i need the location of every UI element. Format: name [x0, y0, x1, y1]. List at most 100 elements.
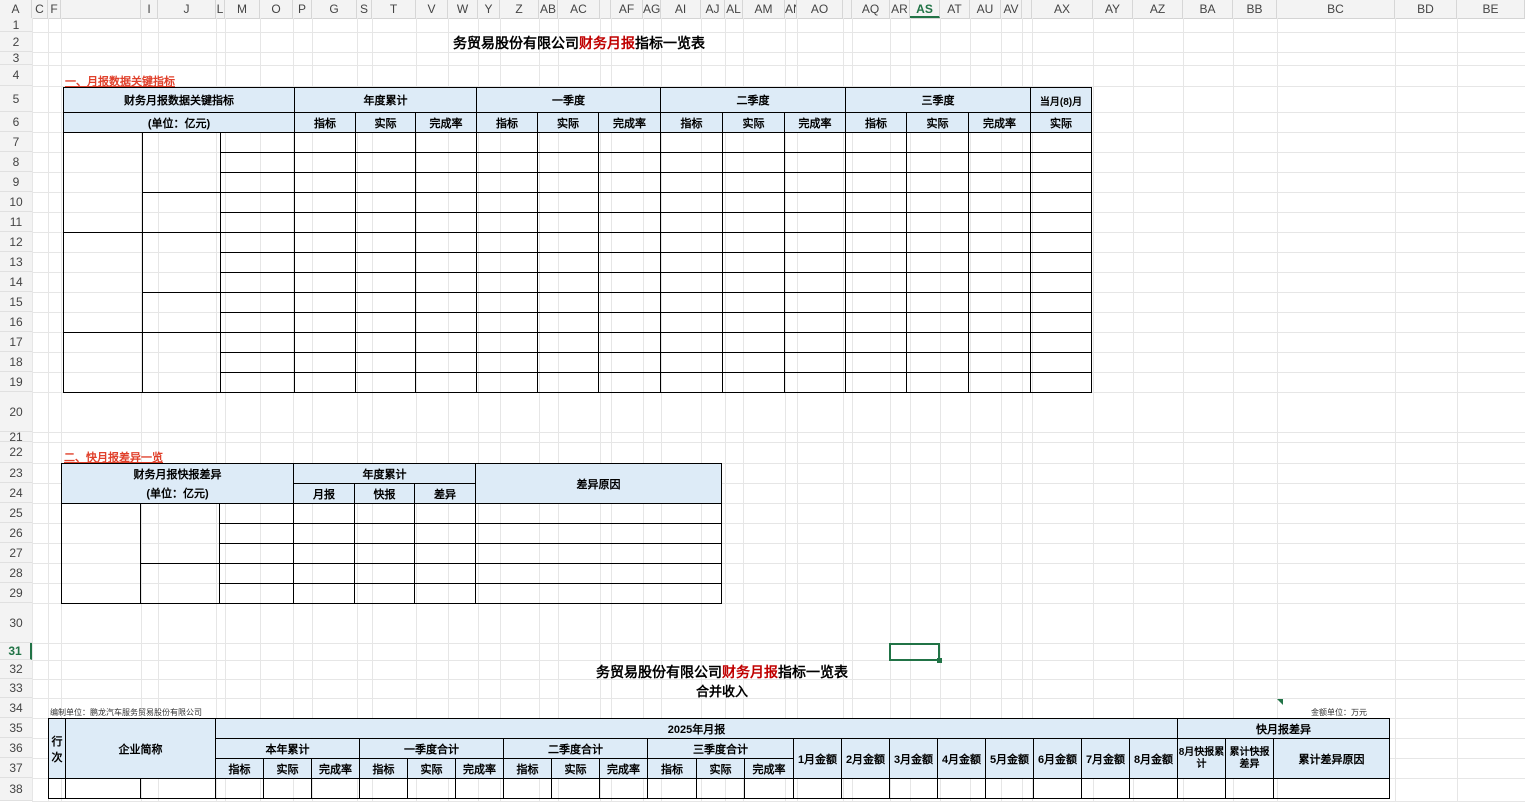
value-cell[interactable] — [793, 778, 842, 799]
indicator-cell[interactable] — [220, 372, 295, 393]
value-cell[interactable] — [1177, 778, 1226, 799]
column-header-cell[interactable]: AO — [797, 0, 843, 18]
value-cell[interactable] — [968, 292, 1031, 313]
value-cell[interactable] — [598, 192, 661, 213]
value-cell[interactable] — [968, 192, 1031, 213]
value-cell[interactable] — [355, 272, 416, 293]
value-cell[interactable] — [845, 172, 907, 193]
value-cell[interactable] — [354, 523, 415, 544]
value-cell[interactable] — [537, 132, 599, 153]
value-cell[interactable] — [647, 778, 697, 799]
column-header-cell[interactable]: AY — [1093, 0, 1133, 18]
value-cell[interactable] — [1030, 332, 1092, 353]
value-cell[interactable] — [598, 292, 661, 313]
value-cell[interactable] — [845, 332, 907, 353]
value-cell[interactable] — [784, 232, 846, 253]
company-cell[interactable] — [65, 778, 141, 799]
value-cell[interactable] — [660, 192, 723, 213]
value-cell[interactable] — [784, 332, 846, 353]
column-header-cell[interactable]: BD — [1395, 0, 1457, 18]
value-cell[interactable] — [660, 332, 723, 353]
value-cell[interactable] — [722, 232, 785, 253]
value-cell[interactable] — [968, 212, 1031, 233]
value-cell[interactable] — [598, 352, 661, 373]
value-cell[interactable] — [355, 352, 416, 373]
value-cell[interactable] — [537, 272, 599, 293]
value-cell[interactable] — [537, 352, 599, 373]
value-cell[interactable] — [355, 152, 416, 173]
value-cell[interactable] — [784, 312, 846, 333]
row-header-cell[interactable]: 37 — [0, 758, 32, 778]
category-cell[interactable] — [63, 332, 143, 393]
value-cell[interactable] — [845, 252, 907, 273]
indicator-cell[interactable] — [219, 523, 294, 544]
value-cell[interactable] — [784, 252, 846, 273]
value-cell[interactable] — [598, 252, 661, 273]
value-cell[interactable] — [294, 352, 356, 373]
value-cell[interactable] — [354, 583, 415, 604]
value-cell[interactable] — [1081, 778, 1130, 799]
value-cell[interactable] — [598, 132, 661, 153]
value-cell[interactable] — [784, 372, 846, 393]
value-cell[interactable] — [355, 332, 416, 353]
value-cell[interactable] — [294, 372, 356, 393]
subcategory-cell[interactable] — [142, 292, 221, 333]
value-cell[interactable] — [354, 503, 415, 524]
value-cell[interactable] — [537, 292, 599, 313]
value-cell[interactable] — [294, 252, 356, 273]
value-cell[interactable] — [415, 332, 477, 353]
value-cell[interactable] — [1129, 778, 1178, 799]
indicator-cell[interactable] — [219, 543, 294, 564]
row-header-cell[interactable]: 9 — [0, 172, 32, 192]
value-cell[interactable] — [294, 292, 356, 313]
column-header-cell[interactable]: AT — [940, 0, 970, 18]
value-cell[interactable] — [294, 232, 356, 253]
value-cell[interactable] — [845, 292, 907, 313]
value-cell[interactable] — [355, 252, 416, 273]
value-cell[interactable] — [359, 778, 408, 799]
value-cell[interactable] — [660, 252, 723, 273]
value-cell[interactable] — [475, 563, 722, 584]
value-cell[interactable] — [415, 192, 477, 213]
value-cell[interactable] — [784, 272, 846, 293]
value-cell[interactable] — [660, 352, 723, 373]
value-cell[interactable] — [476, 212, 538, 233]
value-cell[interactable] — [415, 172, 477, 193]
value-cell[interactable] — [294, 152, 356, 173]
column-header-cell[interactable]: L — [216, 0, 225, 18]
value-cell[interactable] — [476, 152, 538, 173]
indicator-cell[interactable] — [220, 232, 295, 253]
value-cell[interactable] — [1030, 312, 1092, 333]
row-header-cell[interactable]: 33 — [0, 679, 32, 698]
value-cell[interactable] — [906, 372, 969, 393]
row-header-cell[interactable]: 32 — [0, 660, 32, 679]
column-header-cell[interactable]: AI — [661, 0, 701, 18]
value-cell[interactable] — [599, 778, 648, 799]
column-header-cell[interactable]: AQ — [852, 0, 890, 18]
category-cell[interactable] — [63, 132, 143, 233]
value-cell[interactable] — [598, 232, 661, 253]
subcategory-cell[interactable] — [142, 332, 221, 393]
row-header-cell[interactable]: 25 — [0, 503, 32, 523]
value-cell[interactable] — [294, 312, 356, 333]
value-cell[interactable] — [1030, 292, 1092, 313]
row-header-cell[interactable]: 21 — [0, 431, 32, 443]
value-cell[interactable] — [968, 312, 1031, 333]
active-cell-selection[interactable] — [889, 643, 942, 663]
value-cell[interactable] — [475, 583, 722, 604]
value-cell[interactable] — [906, 292, 969, 313]
value-cell[interactable] — [415, 152, 477, 173]
value-cell[interactable] — [968, 232, 1031, 253]
value-cell[interactable] — [537, 312, 599, 333]
value-cell[interactable] — [415, 292, 477, 313]
value-cell[interactable] — [784, 172, 846, 193]
row-header-cell[interactable]: 15 — [0, 292, 32, 312]
subcategory-cell[interactable] — [140, 563, 220, 604]
value-cell[interactable] — [845, 192, 907, 213]
value-cell[interactable] — [660, 152, 723, 173]
row-header-cell[interactable]: 3 — [0, 52, 32, 65]
value-cell[interactable] — [845, 232, 907, 253]
value-cell[interactable] — [722, 132, 785, 153]
value-cell[interactable] — [845, 312, 907, 333]
value-cell[interactable] — [968, 272, 1031, 293]
